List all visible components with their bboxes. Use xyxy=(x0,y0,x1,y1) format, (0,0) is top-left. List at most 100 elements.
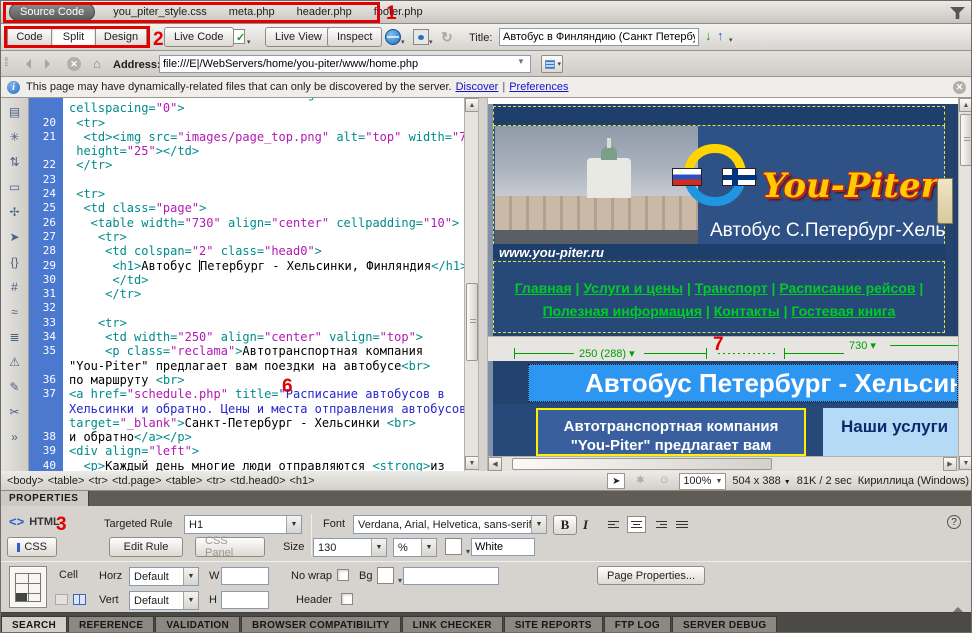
results-tab[interactable]: REFERENCE xyxy=(68,616,154,633)
css-mode-button[interactable]: CSS xyxy=(7,537,57,557)
nav-link[interactable]: Транспорт xyxy=(695,280,768,296)
help-icon[interactable]: ? xyxy=(947,515,961,529)
services-box[interactable]: Наши услуги xyxy=(823,408,958,456)
magnification-combo[interactable]: 100%▼ xyxy=(679,473,726,490)
results-tab[interactable]: SERVER DEBUG xyxy=(672,616,777,633)
scroll-down-icon[interactable]: ▼ xyxy=(465,456,479,470)
bg-color-swatch[interactable] xyxy=(377,567,394,584)
site-banner[interactable]: You-Piter Автобус С.Петербург-Хельсинки xyxy=(493,126,945,244)
nav-link[interactable]: Расписание рейсов xyxy=(779,280,915,296)
align-center-icon[interactable] xyxy=(627,516,646,533)
design-h1-heading[interactable]: Автобус Петербург - Хельсинки xyxy=(528,364,958,402)
scroll-right-icon[interactable]: ▶ xyxy=(943,457,957,471)
page-properties-button[interactable]: Page Properties... xyxy=(597,566,705,585)
italic-button[interactable]: I xyxy=(583,517,588,533)
design-view-pane[interactable]: You-Piter Автобус С.Петербург-Хельсинки … xyxy=(488,98,958,471)
results-tab[interactable]: BROWSER COMPATIBILITY xyxy=(241,616,401,633)
results-tab[interactable]: SEARCH xyxy=(1,616,67,633)
cell-width-input[interactable] xyxy=(221,567,269,585)
properties-tab[interactable]: PROPERTIES xyxy=(1,491,89,506)
apply-comment-icon[interactable]: ✎ xyxy=(6,379,24,395)
get-file-down-icon[interactable]: ↓ xyxy=(705,29,712,43)
check-page-dropdown-icon[interactable]: ▾ xyxy=(247,38,251,46)
preview-in-browser-icon[interactable] xyxy=(385,29,401,45)
split-cell-icon[interactable] xyxy=(73,594,86,605)
header-checkbox[interactable] xyxy=(341,593,353,605)
merge-cells-icon[interactable] xyxy=(55,594,68,605)
file-list-button[interactable] xyxy=(541,55,563,73)
zoom-tool-icon[interactable]: ⊙ xyxy=(655,473,673,489)
file-tab[interactable]: footer.php xyxy=(374,6,423,18)
stop-icon[interactable]: ✕ xyxy=(67,57,81,71)
select-parent-tag-icon[interactable]: ➤ xyxy=(6,229,24,245)
size-combo[interactable]: 130▼ xyxy=(313,538,387,557)
page-top-image-row[interactable] xyxy=(493,106,945,126)
table-width-right-label[interactable]: 730 ▾ xyxy=(846,339,879,352)
horz-combo[interactable]: Default▼ xyxy=(129,567,199,586)
tag-selector-item[interactable]: <td.page> xyxy=(112,475,162,487)
results-tab[interactable]: SITE REPORTS xyxy=(504,616,603,633)
nav-link[interactable]: Полезная информация xyxy=(543,303,702,319)
reclama-box[interactable]: Автотранспортная компания "You-Piter" пр… xyxy=(536,408,806,456)
design-horizontal-scrollbar[interactable]: ◀ ▶ xyxy=(488,456,958,471)
align-right-icon[interactable] xyxy=(651,516,670,533)
tag-selector-item[interactable]: <table> xyxy=(48,475,85,487)
edit-rule-button[interactable]: Edit Rule xyxy=(109,537,183,557)
title-input[interactable] xyxy=(499,28,699,46)
open-documents-icon[interactable]: ▤ xyxy=(6,104,24,120)
filter-funnel-icon[interactable] xyxy=(950,7,965,19)
align-justify-icon[interactable] xyxy=(673,516,692,533)
design-scrollbar[interactable]: ▲ ▼ xyxy=(958,98,972,471)
split-divider[interactable] xyxy=(478,98,488,471)
select-tool-icon[interactable]: ➤ xyxy=(607,473,625,489)
nav-link[interactable]: Контакты xyxy=(714,303,780,319)
tag-selector-item[interactable]: <table> xyxy=(166,475,203,487)
css-panel-button[interactable]: CSS Panel xyxy=(195,537,265,557)
bg-color-input[interactable] xyxy=(403,567,499,585)
live-code-button[interactable]: Live Code xyxy=(164,27,234,47)
align-left-icon[interactable] xyxy=(605,516,624,533)
html-mode-button[interactable]: <> HTML xyxy=(9,514,60,529)
collapse-full-tag-icon[interactable]: ⇅ xyxy=(6,154,24,170)
expand-all-icon[interactable]: ✢ xyxy=(6,204,24,220)
info-close-icon[interactable]: ✕ xyxy=(953,81,966,94)
nav-link[interactable]: Главная xyxy=(515,280,572,296)
remove-comment-icon[interactable]: ✂ xyxy=(6,404,24,420)
scroll-down-icon[interactable]: ▼ xyxy=(959,456,972,470)
font-combo[interactable]: Verdana, Arial, Helvetica, sans-serif▼ xyxy=(353,515,547,534)
toolbar-grip[interactable]: ⁞⁞ xyxy=(4,55,7,69)
inspect-button[interactable]: Inspect xyxy=(327,27,382,47)
color-value-input[interactable] xyxy=(471,538,535,556)
address-input[interactable] xyxy=(159,55,531,73)
tag-selector-item[interactable]: <body> xyxy=(7,475,44,487)
forward-icon[interactable] xyxy=(45,59,55,69)
live-view-button[interactable]: Live View xyxy=(265,27,332,47)
preview-dropdown-icon[interactable]: ▾ xyxy=(401,38,405,46)
scroll-up-icon[interactable]: ▲ xyxy=(959,98,972,112)
line-numbers-icon[interactable]: # xyxy=(6,279,24,295)
scroll-left-icon[interactable]: ◀ xyxy=(488,457,502,471)
visual-aids-dropdown-icon[interactable]: ▾ xyxy=(429,38,433,46)
scroll-up-icon[interactable]: ▲ xyxy=(465,98,479,112)
balance-braces-icon[interactable]: {} xyxy=(6,254,24,270)
no-wrap-checkbox[interactable] xyxy=(337,569,349,581)
window-size-control[interactable]: 504 x 388 ▼ xyxy=(732,475,790,487)
vert-combo[interactable]: Default▼ xyxy=(129,591,199,610)
cell-height-input[interactable] xyxy=(221,591,269,609)
results-tab[interactable]: VALIDATION xyxy=(155,616,240,633)
code-view-pane[interactable]: <table width="780" border="0" align="cen… xyxy=(29,98,464,471)
put-file-up-icon[interactable]: ↑ xyxy=(717,29,724,43)
bold-button[interactable]: B xyxy=(553,515,577,535)
collapse-selection-icon[interactable]: ▭ xyxy=(6,179,24,195)
design-scrollbar-thumb[interactable] xyxy=(960,114,972,166)
syntax-error-alerts-icon[interactable]: ⚠ xyxy=(6,354,24,370)
tag-selector-item[interactable]: <tr> xyxy=(206,475,226,487)
results-tab[interactable]: LINK CHECKER xyxy=(402,616,503,633)
code-scrollbar[interactable]: ▲ ▼ xyxy=(464,98,478,471)
targeted-rule-combo[interactable]: H1▼ xyxy=(184,515,302,534)
address-dropdown-icon[interactable]: ▼ xyxy=(517,57,525,66)
table-width-left-label[interactable]: 250 (288) ▾ xyxy=(576,347,638,360)
panel-collapse-icon[interactable] xyxy=(953,602,963,612)
home-icon[interactable]: ⌂ xyxy=(89,57,105,72)
tag-selector-item[interactable]: <h1> xyxy=(290,475,315,487)
